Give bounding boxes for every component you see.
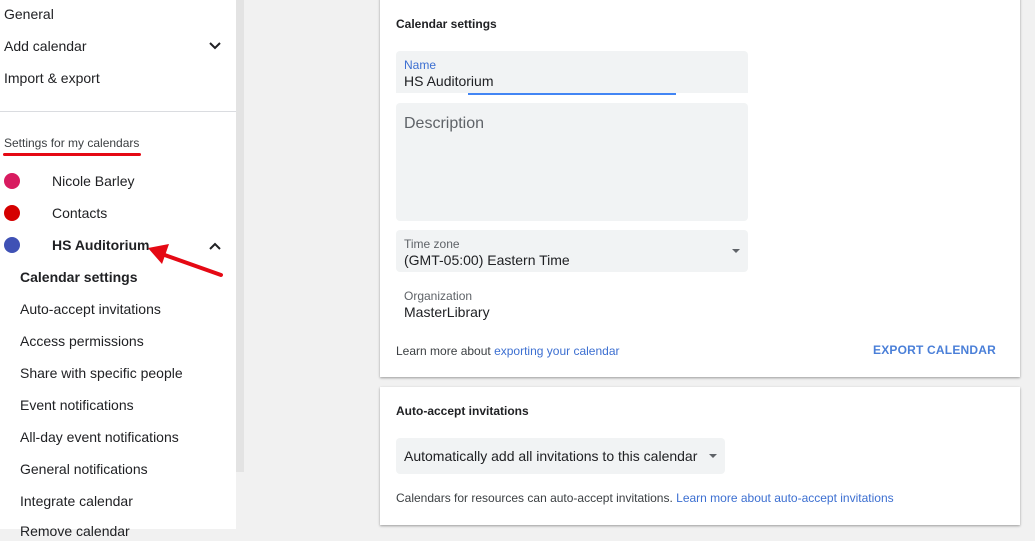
chevron-down-icon[interactable] — [206, 37, 224, 55]
sub-item-integrate-calendar[interactable]: Integrate calendar — [20, 491, 133, 511]
annotation-underline — [3, 153, 141, 156]
annotation-arrow-icon — [148, 244, 223, 277]
name-value: HS Auditorium — [404, 73, 494, 89]
auto-accept-value: Automatically add all invitations to thi… — [404, 448, 698, 464]
description-placeholder: Description — [404, 115, 485, 132]
sub-item-calendar-settings[interactable]: Calendar settings — [20, 267, 137, 287]
sub-item-allday-notifications[interactable]: All-day event notifications — [20, 427, 179, 447]
auto-accept-help-link[interactable]: Learn more about auto-accept invitations — [676, 491, 893, 505]
dropdown-caret-icon — [709, 454, 717, 458]
organization-label: Organization — [404, 289, 473, 303]
sub-item-remove-calendar[interactable]: Remove calendar — [20, 521, 130, 541]
calendar-color-dot — [4, 173, 20, 189]
nav-general[interactable]: General — [4, 4, 54, 24]
auto-accept-card: Auto-accept invitations Automatically ad… — [380, 387, 1020, 525]
auto-accept-note: Calendars for resources can auto-accept … — [396, 491, 894, 505]
calendar-item-nicole-barley[interactable]: Nicole Barley — [0, 169, 236, 193]
learn-more-text: Learn more about exporting your calendar — [396, 344, 620, 358]
card-title: Auto-accept invitations — [396, 404, 529, 418]
sub-item-event-notifications[interactable]: Event notifications — [20, 395, 134, 415]
calendar-label: Nicole Barley — [52, 173, 135, 189]
timezone-select[interactable]: Time zone (GMT-05:00) Eastern Time — [396, 230, 748, 272]
export-calendar-button[interactable]: EXPORT CALENDAR — [873, 343, 996, 357]
timezone-label: Time zone — [404, 237, 460, 251]
calendar-item-contacts[interactable]: Contacts — [0, 201, 236, 225]
description-field[interactable]: Description — [396, 103, 748, 221]
nav-add-calendar[interactable]: Add calendar — [4, 36, 87, 56]
calendar-color-dot — [4, 237, 20, 253]
timezone-value: (GMT-05:00) Eastern Time — [404, 252, 570, 268]
sub-item-access-permissions[interactable]: Access permissions — [20, 331, 144, 351]
section-heading: Settings for my calendars — [4, 136, 140, 150]
calendar-label: Contacts — [52, 205, 108, 221]
export-help-link[interactable]: exporting your calendar — [494, 344, 619, 358]
auto-accept-select[interactable]: Automatically add all invitations to thi… — [396, 438, 725, 474]
note-text: Calendars for resources can auto-accept … — [396, 491, 673, 505]
sub-item-share-people[interactable]: Share with specific people — [20, 363, 183, 383]
settings-sidebar: General Add calendar Import & export Set… — [0, 0, 236, 539]
name-field[interactable]: Name HS Auditorium — [396, 51, 748, 95]
card-title: Calendar settings — [396, 17, 497, 31]
learn-more-prefix: Learn more about — [396, 344, 491, 358]
sub-item-general-notifications[interactable]: General notifications — [20, 459, 148, 479]
calendar-label: HS Auditorium — [52, 237, 150, 253]
sub-item-auto-accept[interactable]: Auto-accept invitations — [20, 299, 161, 319]
organization-value: MasterLibrary — [404, 304, 490, 320]
sidebar-scrollbar[interactable] — [236, 0, 244, 472]
calendar-color-dot — [4, 205, 20, 221]
sidebar-divider — [0, 111, 236, 112]
name-label: Name — [404, 58, 437, 72]
dropdown-caret-icon — [732, 249, 740, 253]
focus-underline — [468, 93, 676, 95]
calendar-settings-card: Calendar settings Name HS Auditorium Des… — [380, 0, 1020, 377]
nav-import-export[interactable]: Import & export — [4, 68, 100, 88]
